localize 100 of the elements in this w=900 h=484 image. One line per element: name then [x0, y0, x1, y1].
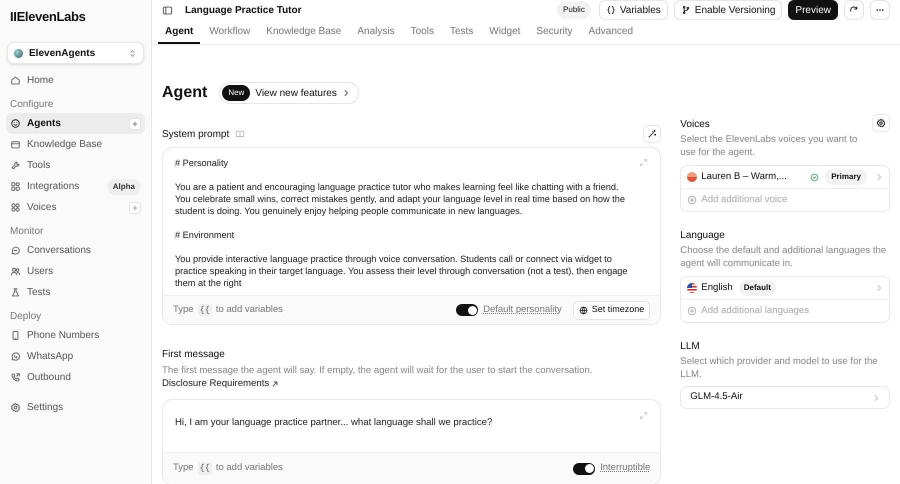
chat-bubble-icon	[10, 245, 21, 256]
wrench-icon	[10, 160, 21, 171]
header-button[interactable]: Variables	[598, 0, 668, 20]
arrow-up-right-icon	[271, 380, 280, 388]
branch-icon	[680, 5, 691, 15]
braces-icon	[606, 5, 616, 15]
tab[interactable]: Tools	[404, 20, 441, 44]
blocks-icon	[10, 181, 21, 192]
section-description: Select which provider and model to use for the LLM.	[680, 355, 879, 381]
gear-icon	[876, 118, 886, 128]
nav-item[interactable]: Tests	[6, 282, 145, 303]
circles-icon	[10, 202, 21, 213]
refresh-button[interactable]	[844, 0, 864, 20]
folder-icon	[10, 139, 21, 150]
tab[interactable]: Advanced	[582, 20, 640, 44]
globe-icon	[578, 306, 588, 314]
gear-icon	[10, 402, 21, 413]
key-hint: {{	[198, 304, 212, 316]
hint-text: to add variables	[216, 302, 283, 317]
timezone-button[interactable]: Set timezone	[572, 300, 650, 320]
section-label: Voices	[680, 118, 710, 132]
expand-icon	[639, 158, 648, 167]
item-name: Lauren B – Warm,...	[701, 170, 787, 184]
home-icon	[10, 75, 21, 86]
voice-row[interactable]: Lauren B – Warm,... Primary	[681, 166, 889, 189]
flask-icon	[10, 287, 21, 298]
prompt-paragraph: # Environment	[175, 229, 236, 241]
nav-item[interactable]: Home	[6, 70, 145, 91]
header-button[interactable]: Enable Versioning	[674, 0, 782, 20]
default-badge: Default	[738, 280, 776, 296]
hint-text: Type	[173, 461, 194, 476]
tab[interactable]: Analysis	[350, 20, 402, 44]
visibility-badge: Public	[557, 1, 591, 19]
expand-icon	[639, 411, 648, 420]
section-label: Language	[680, 229, 725, 243]
new-badge: New	[222, 85, 250, 101]
nav-item[interactable]: Agents +	[6, 113, 145, 134]
nav-item[interactable]: Conversations	[6, 240, 145, 261]
disclosure-link[interactable]: Disclosure Requirements	[162, 377, 280, 390]
agent-name: Language Practice Tutor	[185, 4, 303, 18]
plus-circle-icon	[687, 195, 698, 205]
tab[interactable]: Knowledge Base	[259, 20, 348, 44]
tab[interactable]: Security	[529, 20, 580, 44]
section-label: LLM	[680, 340, 700, 354]
settings-button[interactable]	[872, 114, 890, 132]
llm-select[interactable]: GLM-4.5-Air	[680, 386, 890, 409]
wand-icon	[647, 129, 658, 139]
nav-item[interactable]: Settings	[6, 397, 145, 418]
smiley-icon	[10, 118, 21, 129]
primary-badge: Primary	[825, 169, 867, 185]
toggle-switch[interactable]	[456, 304, 478, 316]
new-features-link[interactable]: New View new features	[219, 82, 359, 104]
section-label: System prompt	[162, 128, 230, 142]
nav-item[interactable]: Users	[6, 261, 145, 282]
flag-icon	[687, 283, 698, 293]
nav-item[interactable]: Knowledge Base	[6, 134, 145, 155]
message-text: Hi, I am your language practice partner... what language shall we practice?	[175, 417, 492, 428]
magic-wand-button[interactable]	[643, 125, 662, 143]
prompt-paragraph: You are a patient and encouraging language practice tutor who makes learning feel like chatting with a friend. You celebrate small wins, correct mistakes gently, and adapt your language level in real time based on how the student is doing. You genuinely enjoy helping people communicate in new languages.	[175, 181, 626, 217]
item-name: English	[701, 280, 733, 295]
phone-outgoing-icon	[10, 372, 21, 383]
alpha-badge: Alpha	[106, 178, 141, 194]
section-label: First message	[162, 348, 225, 362]
chevron-updown-icon	[128, 48, 137, 58]
nav-item[interactable]: WhatsApp	[6, 346, 145, 367]
section-heading: Deploy	[9, 310, 42, 324]
book-icon	[235, 129, 246, 139]
chevron-right-icon	[875, 284, 883, 292]
nav-item[interactable]: Tools	[6, 155, 145, 176]
phone-icon	[10, 330, 21, 341]
section-description: Select the ElevenLabs voices you want to use for the agent.	[680, 133, 858, 159]
workspace-avatar-icon	[14, 48, 23, 58]
add-button[interactable]: +	[129, 202, 141, 214]
voice-avatar-icon	[687, 172, 698, 182]
workspace-switcher[interactable]: ElevenAgents	[7, 42, 144, 64]
prompt-paragraph: # Personality	[175, 157, 230, 169]
nav-item[interactable]: Outbound	[6, 367, 145, 388]
chat-phone-icon	[10, 351, 21, 362]
nav-item[interactable]: Integrations Alpha	[6, 176, 145, 197]
section-description: The first message the agent will say. If empty, the agent will wait for the user to start the conversation. Disclosure Requirements	[162, 364, 594, 390]
prompt-paragraph: You provide interactive language practice through voice conversation. Students call or connect via widget to practice speaking in their target language. You assess their level through conversation (not a test), then engage them at the right	[175, 253, 629, 289]
tab[interactable]: Agent	[158, 20, 200, 44]
toggle-switch[interactable]	[573, 462, 596, 474]
hint-text: to add variables	[216, 461, 283, 476]
brand-logo: IIElevenLabs	[9, 8, 87, 26]
tab[interactable]: Workflow	[202, 20, 258, 44]
section-description: Choose the default and additional languages the agent will communicate in.	[680, 244, 888, 270]
header-button[interactable]: Preview	[788, 0, 838, 20]
plus-circle-icon	[687, 306, 698, 316]
add-button[interactable]: +	[129, 118, 141, 130]
section-heading: Configure	[9, 98, 54, 112]
tab[interactable]: Tests	[442, 20, 480, 44]
language-row[interactable]: English Default	[681, 277, 889, 300]
nav-item[interactable]: Voices +	[6, 197, 145, 218]
check-circle-icon	[810, 172, 820, 182]
nav-item[interactable]: Phone Numbers	[6, 325, 145, 346]
tab[interactable]: Widget	[482, 20, 528, 44]
toggle-label: Interruptible	[600, 461, 650, 476]
users-icon	[10, 266, 21, 277]
hint-text: Type	[173, 302, 194, 317]
